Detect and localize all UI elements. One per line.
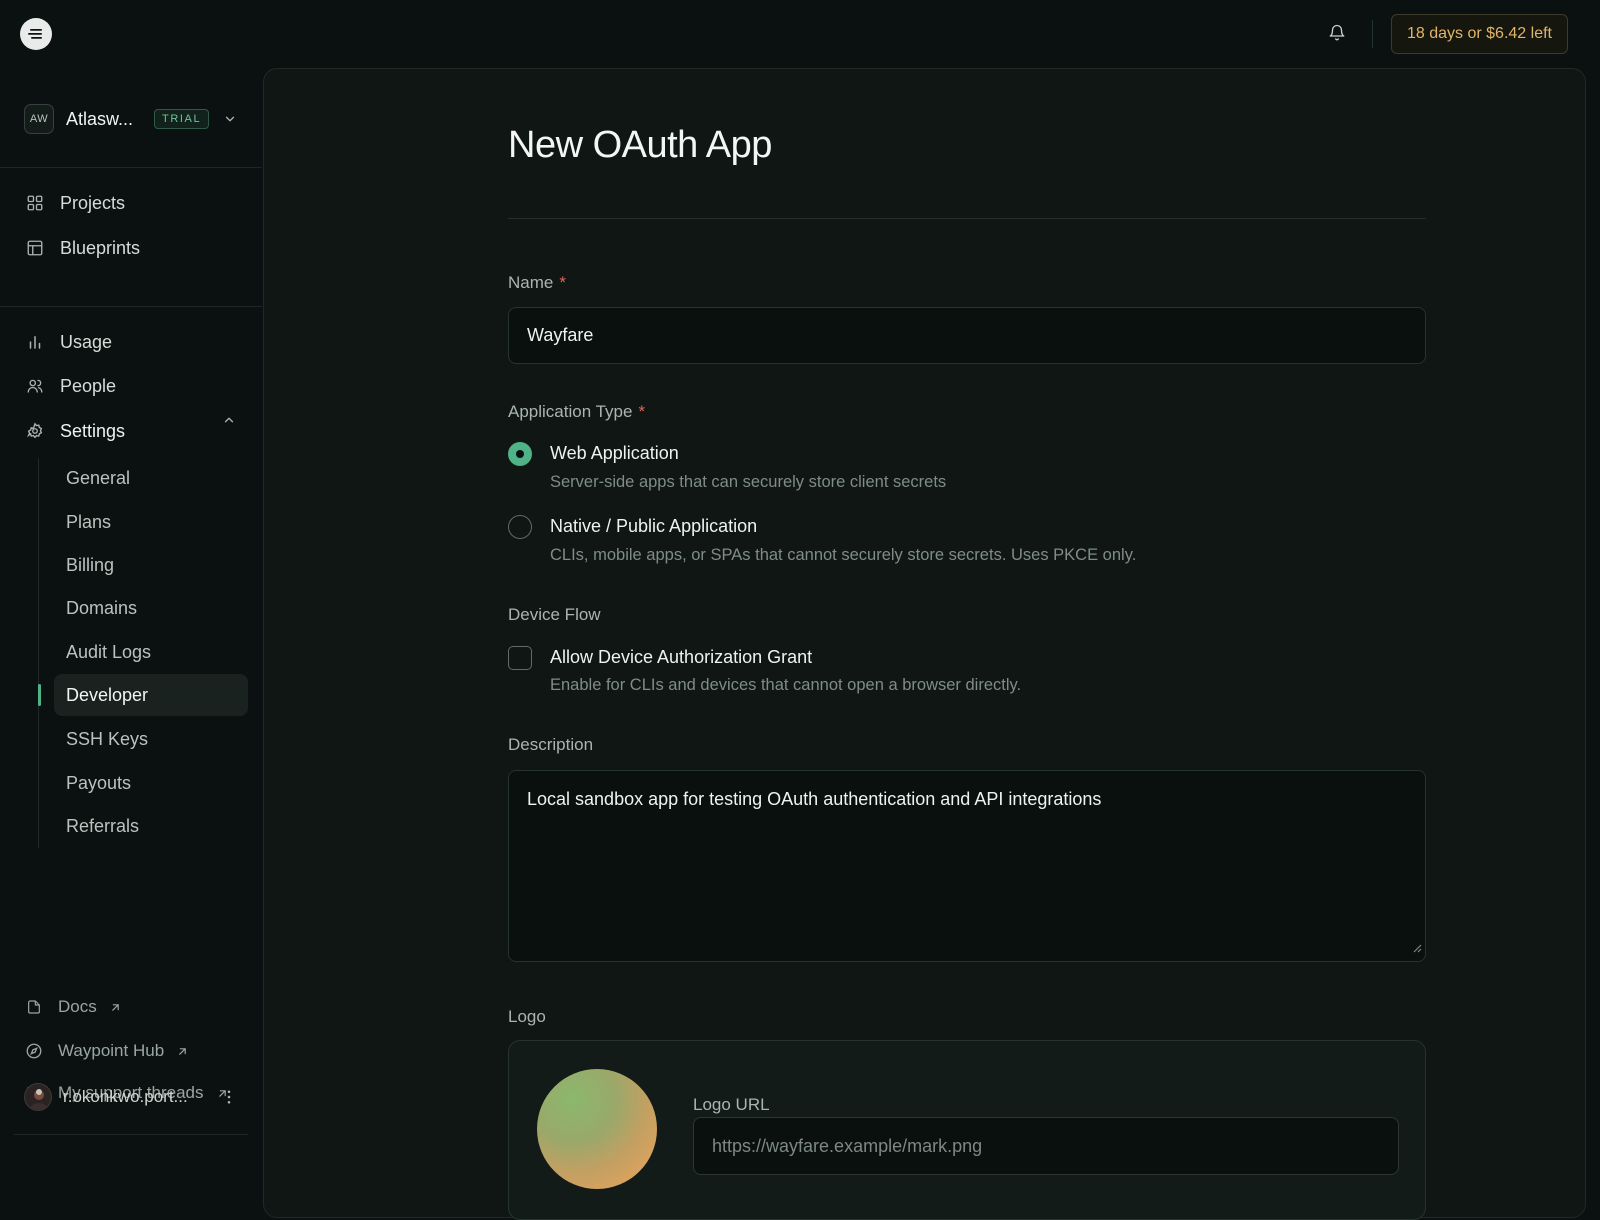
sidebar-item-label: Blueprints xyxy=(60,237,141,258)
topbar-divider xyxy=(1372,20,1373,48)
application-type-label: Application Type * xyxy=(508,402,645,422)
radio-native-application[interactable] xyxy=(508,515,532,539)
logo-card: Logo URL https://wayfare.example/mark.pn… xyxy=(508,1040,1426,1220)
user-name: r.okonkwo.port... xyxy=(63,1087,188,1106)
external-link-icon xyxy=(109,1001,122,1014)
logo-label: Logo xyxy=(508,1007,546,1026)
layout-icon xyxy=(24,237,46,259)
active-indicator xyxy=(38,684,41,706)
more-vertical-icon[interactable] xyxy=(220,1088,238,1111)
device-grant-checkbox[interactable] xyxy=(508,646,532,670)
sidebar-item-blueprints[interactable]: Blueprints xyxy=(24,233,140,263)
file-icon xyxy=(24,997,44,1017)
native-application-title[interactable]: Native / Public Application xyxy=(550,516,757,537)
waypoint-hub-label: Waypoint Hub xyxy=(58,1041,165,1060)
native-application-desc: CLIs, mobile apps, or SPAs that cannot s… xyxy=(550,546,1137,564)
settings-item-general[interactable]: General xyxy=(54,457,248,499)
sidebar: AW Atlasw... TRIAL Projects Blueprints U… xyxy=(0,68,262,1200)
resize-grip-icon[interactable] xyxy=(1412,937,1422,958)
settings-item-audit-logs[interactable]: Audit Logs xyxy=(54,631,248,673)
avatar xyxy=(24,1083,52,1111)
name-label-text: Name xyxy=(508,273,554,292)
sidebar-item-label: Settings xyxy=(60,420,126,441)
app-logo-icon[interactable] xyxy=(20,18,52,50)
device-flow-label: Device Flow xyxy=(508,605,601,624)
web-application-title[interactable]: Web Application xyxy=(550,443,679,464)
gear-icon xyxy=(24,420,46,442)
settings-item-plans[interactable]: Plans xyxy=(54,501,248,543)
device-grant-title[interactable]: Allow Device Authorization Grant xyxy=(550,647,812,668)
user-menu[interactable]: r.okonkwo.port... xyxy=(24,1082,244,1112)
sidebar-divider xyxy=(0,306,262,307)
page-title: New OAuth App xyxy=(508,124,772,166)
sidebar-divider xyxy=(0,167,262,168)
application-type-label-text: Application Type xyxy=(508,402,633,421)
radio-web-application[interactable] xyxy=(508,442,532,466)
grid-icon xyxy=(24,192,46,214)
chevron-up-icon[interactable] xyxy=(222,413,236,432)
sidebar-item-label: People xyxy=(60,375,117,396)
external-link-icon xyxy=(176,1045,189,1058)
title-divider xyxy=(508,218,1426,219)
settings-item-referrals[interactable]: Referrals xyxy=(54,805,248,847)
top-bar: 18 days or $6.42 left xyxy=(0,0,1600,68)
settings-item-ssh-keys[interactable]: SSH Keys xyxy=(54,718,248,760)
sidebar-item-people[interactable]: People xyxy=(24,371,116,401)
device-grant-desc: Enable for CLIs and devices that cannot … xyxy=(550,676,1022,694)
name-input[interactable]: Wayfare xyxy=(508,307,1426,364)
settings-item-billing[interactable]: Billing xyxy=(54,544,248,586)
required-mark: * xyxy=(559,273,566,292)
logo-url-input[interactable]: https://wayfare.example/mark.png xyxy=(693,1117,1399,1175)
settings-item-domains[interactable]: Domains xyxy=(54,587,248,629)
trial-badge: TRIAL xyxy=(154,109,210,129)
docs-label: Docs xyxy=(58,997,97,1016)
sidebar-divider xyxy=(14,1134,248,1135)
web-application-desc: Server-side apps that can securely store… xyxy=(550,473,947,491)
sidebar-item-label: Usage xyxy=(60,331,113,352)
bell-icon[interactable] xyxy=(1326,22,1348,44)
sidebar-item-usage[interactable]: Usage xyxy=(24,327,112,357)
settings-submenu-rail xyxy=(38,458,39,848)
settings-item-payouts[interactable]: Payouts xyxy=(54,762,248,804)
sidebar-item-projects[interactable]: Projects xyxy=(24,188,125,218)
users-icon xyxy=(24,375,46,397)
waypoint-hub-link[interactable]: Waypoint Hub xyxy=(24,1037,189,1065)
chevron-down-icon[interactable] xyxy=(223,112,237,126)
docs-link[interactable]: Docs xyxy=(24,993,122,1021)
org-avatar: AW xyxy=(24,104,54,134)
bar-chart-icon xyxy=(24,331,46,353)
description-label: Description xyxy=(508,735,594,754)
org-switcher[interactable]: AW Atlasw... TRIAL xyxy=(24,104,244,134)
sidebar-item-settings[interactable]: Settings xyxy=(24,416,125,446)
description-value: Local sandbox app for testing OAuth auth… xyxy=(527,789,1102,809)
compass-icon xyxy=(24,1041,44,1061)
settings-item-developer[interactable]: Developer xyxy=(54,674,248,716)
logo-url-label: Logo URL xyxy=(693,1095,770,1114)
trial-remaining-button[interactable]: 18 days or $6.42 left xyxy=(1391,14,1568,54)
name-label: Name * xyxy=(508,273,566,293)
required-mark: * xyxy=(638,402,646,421)
logo-preview xyxy=(537,1069,657,1189)
description-textarea[interactable]: Local sandbox app for testing OAuth auth… xyxy=(508,770,1426,962)
org-name: Atlasw... xyxy=(66,108,134,129)
sidebar-item-label: Projects xyxy=(60,192,126,213)
